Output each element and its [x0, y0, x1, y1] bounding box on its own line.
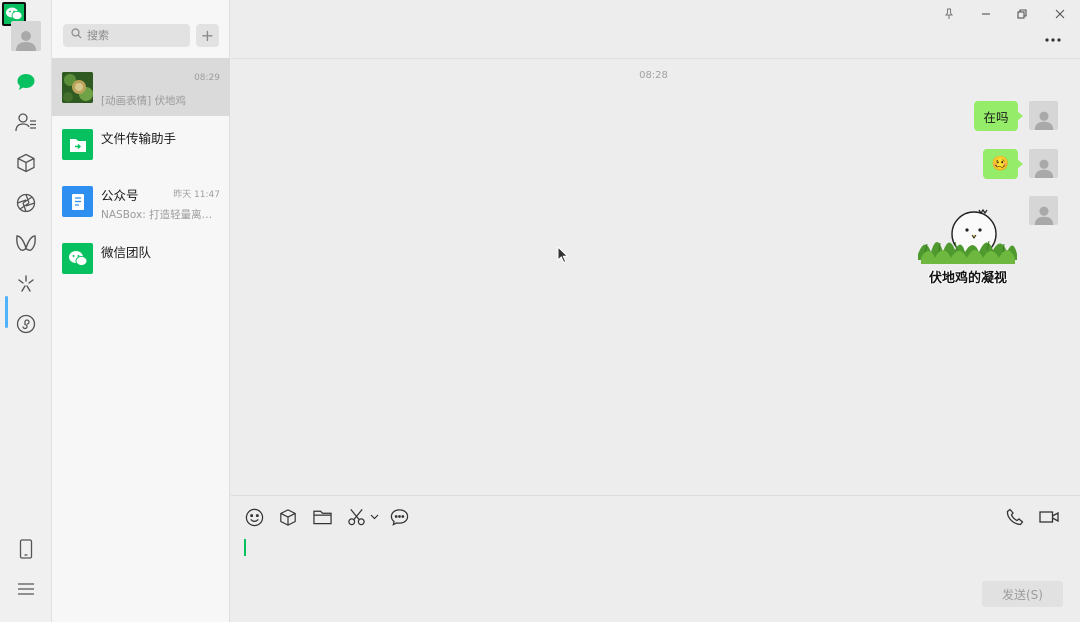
restore-icon[interactable] [1011, 4, 1033, 24]
chat-name: 文件传输助手 [101, 131, 177, 146]
chat-list-item[interactable]: 文件传输助手 [52, 115, 230, 173]
menu-icon[interactable] [14, 577, 38, 601]
send-button[interactable]: 发送(S) [982, 581, 1063, 607]
chat-time: 08:29 [194, 73, 220, 83]
moments-aperture-icon[interactable] [14, 191, 38, 215]
file-transfer-icon [62, 129, 93, 160]
contacts-icon[interactable] [14, 110, 38, 134]
message-composer: 发送(S) [231, 495, 1080, 622]
chat-name: 公众号 [101, 188, 139, 203]
top-stories-icon[interactable] [14, 272, 38, 296]
chat-list-item[interactable]: 微信团队 [52, 229, 230, 287]
user-avatar[interactable] [11, 21, 41, 51]
chat-avatar [62, 72, 93, 103]
more-options-icon[interactable] [1042, 32, 1064, 48]
folder-icon[interactable] [311, 506, 333, 528]
channels-butterfly-icon[interactable] [14, 231, 38, 255]
screenshot-scissors-icon[interactable] [345, 506, 367, 528]
add-button[interactable]: + [196, 24, 219, 47]
search-input[interactable] [87, 29, 183, 42]
message-bubble[interactable]: 在吗 [974, 101, 1023, 131]
minimize-icon[interactable] [975, 4, 997, 24]
chat-bubble-icon[interactable] [14, 70, 38, 94]
text-caret [244, 539, 246, 556]
sticker-caption: 伏地鸡的凝视 [928, 271, 1007, 286]
sender-avatar[interactable] [1029, 101, 1058, 130]
phone-device-icon[interactable] [14, 537, 38, 561]
conversation-panel: 08:28 在吗 🥴 伏地鸡的凝视 发送(S) [231, 0, 1080, 622]
chat-preview: [动画表情] 伏地鸡 [101, 95, 187, 107]
video-call-icon[interactable] [1038, 506, 1060, 528]
message-timestamp: 08:28 [639, 70, 668, 81]
official-accounts-icon [62, 186, 93, 217]
active-indicator [5, 296, 8, 328]
sender-avatar[interactable] [1029, 149, 1058, 178]
chat-preview: NASBox: 打造轻量离线... [101, 209, 219, 221]
favorites-icon[interactable] [277, 506, 299, 528]
message-input[interactable] [243, 536, 1063, 576]
sender-avatar[interactable] [1029, 196, 1058, 225]
navigation-rail [0, 0, 52, 622]
mouse-cursor-icon [557, 245, 569, 264]
chat-history-icon[interactable] [388, 506, 410, 528]
favorites-cube-icon[interactable] [14, 151, 38, 175]
search-icon [71, 28, 82, 43]
mini-programs-icon[interactable] [14, 312, 38, 336]
conversation-header [231, 0, 1080, 59]
chicken-sticker-image [918, 208, 1017, 264]
chat-list-item[interactable]: 公众号 昨天 11:47 NASBox: 打造轻量离线... [52, 172, 230, 230]
chat-name: 微信团队 [101, 245, 152, 260]
close-icon[interactable] [1049, 4, 1071, 24]
chat-list-item[interactable]: 08:29 [动画表情] 伏地鸡 [52, 58, 230, 116]
sticker-message[interactable]: 伏地鸡的凝视 [917, 208, 1019, 286]
chat-time: 昨天 11:47 [173, 190, 220, 200]
wechat-team-icon [62, 243, 93, 274]
voice-call-icon[interactable] [1004, 506, 1026, 528]
search-box[interactable] [63, 24, 190, 47]
emoji-bubble[interactable]: 🥴 [983, 149, 1023, 179]
chevron-down-icon[interactable] [367, 506, 381, 528]
chat-list-panel: + 08:29 [动画表情] 伏地鸡 文件传输助手 公众号 昨天 11:47 N… [52, 0, 230, 622]
emoji-icon[interactable] [243, 506, 265, 528]
pin-icon[interactable] [938, 4, 960, 24]
